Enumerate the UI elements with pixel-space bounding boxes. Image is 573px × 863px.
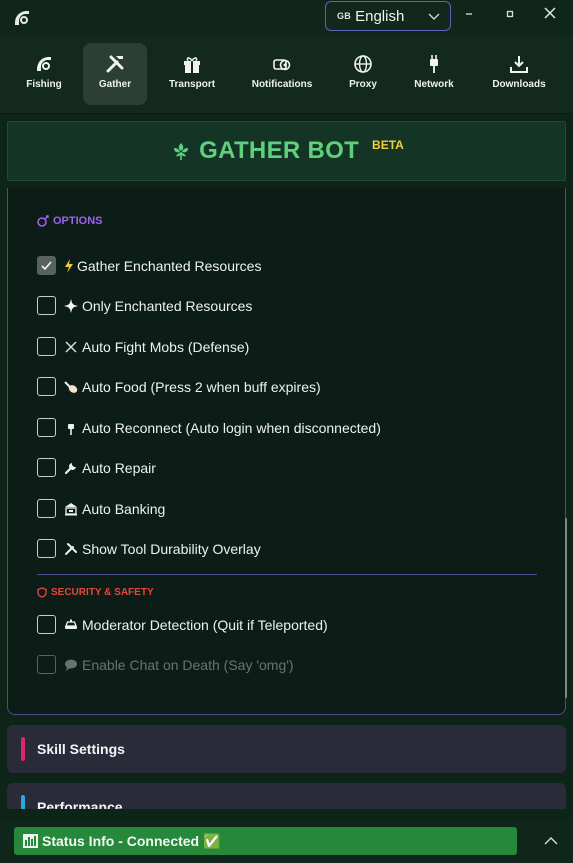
options-panel: OPTIONS Gather Enchanted Resources Only … — [7, 188, 567, 715]
options-heading-label: OPTIONS — [53, 215, 103, 227]
plug-icon — [68, 423, 74, 435]
shield-icon — [37, 587, 47, 598]
globe-icon — [354, 55, 372, 73]
app-logo-icon — [12, 8, 32, 28]
beta-badge: BETA — [372, 137, 404, 152]
tab-label: Proxy — [349, 79, 377, 90]
scrollbar[interactable] — [565, 518, 567, 698]
tab-label: Notifications — [251, 79, 313, 90]
chevron-up-icon[interactable] — [543, 833, 559, 849]
security-heading: SECURITY & SAFETY — [37, 587, 154, 598]
section-label: Skill Settings — [37, 741, 125, 757]
tab-label: Downloads — [492, 79, 546, 90]
checkbox-checked[interactable] — [37, 256, 56, 275]
option-gather-enchanted[interactable]: Gather Enchanted Resources — [37, 256, 261, 275]
option-auto-banking[interactable]: Auto Banking — [37, 499, 165, 518]
speech-bubble-icon — [65, 659, 77, 671]
section-skill-settings[interactable]: Skill Settings — [7, 725, 566, 773]
tab-label: Gather — [98, 79, 132, 90]
maximize-button[interactable] — [500, 4, 520, 24]
tab-gather[interactable]: Gather — [83, 43, 147, 105]
download-icon — [510, 56, 528, 73]
flag-icon: GB — [337, 11, 352, 21]
option-label: Auto Food (Press 2 when buff expires) — [82, 378, 321, 395]
accent-bar — [21, 795, 25, 809]
gift-icon — [184, 57, 200, 73]
option-only-enchanted[interactable]: Only Enchanted Resources — [37, 296, 252, 315]
chevron-down-icon — [428, 13, 440, 20]
page-header: GATHER BOT BETA — [7, 121, 566, 181]
sparkle-icon — [64, 298, 78, 313]
title-bar: GB English — [0, 0, 573, 36]
bar-chart-icon — [23, 834, 38, 848]
tools-icon — [65, 542, 77, 555]
tab-label: Transport — [168, 79, 216, 90]
checkbox[interactable] — [37, 296, 56, 315]
checkbox[interactable] — [37, 337, 56, 356]
option-label: Auto Fight Mobs (Defense) — [82, 338, 250, 355]
status-text: Status Info - Connected ✅ — [42, 832, 221, 849]
option-label: Auto Reconnect (Auto login when disconne… — [82, 419, 381, 436]
app-window: GB English Fishing Gather Transport Noti… — [0, 0, 573, 863]
checkbox[interactable] — [37, 499, 56, 518]
gamepad-icon — [37, 215, 49, 227]
section-performance[interactable]: Performance — [7, 783, 566, 809]
minimize-button[interactable] — [459, 4, 479, 24]
bank-icon — [65, 502, 77, 515]
tab-network[interactable]: Network — [402, 43, 466, 105]
option-label: Only Enchanted Resources — [82, 297, 253, 314]
tab-downloads[interactable]: Downloads — [487, 43, 551, 105]
language-select[interactable]: GB English — [325, 1, 451, 31]
plug-icon — [430, 55, 438, 73]
drumstick-icon — [64, 380, 78, 393]
option-label: Auto Repair — [82, 459, 156, 476]
security-heading-label: SECURITY & SAFETY — [51, 587, 154, 598]
police-car-icon — [65, 619, 77, 629]
option-auto-food[interactable]: Auto Food (Press 2 when buff expires) — [37, 377, 321, 396]
status-bar: Status Info - Connected ✅ — [0, 820, 573, 863]
tab-notifications[interactable]: Notifications — [250, 43, 314, 105]
option-moderator-detection[interactable]: Moderator Detection (Quit if Teleported) — [37, 615, 328, 634]
leaf-icon — [174, 143, 189, 160]
tab-label: Network — [414, 79, 454, 90]
option-label: Gather Enchanted Resources — [77, 257, 262, 274]
option-auto-repair[interactable]: Auto Repair — [37, 458, 156, 477]
option-tool-durability[interactable]: Show Tool Durability Overlay — [37, 539, 261, 558]
option-auto-reconnect[interactable]: Auto Reconnect (Auto login when disconne… — [37, 418, 381, 437]
checkbox[interactable] — [37, 539, 56, 558]
status-info-button[interactable]: Status Info - Connected ✅ — [14, 827, 517, 855]
checkbox[interactable] — [37, 458, 56, 477]
section-divider — [37, 574, 537, 575]
checkbox[interactable] — [37, 655, 56, 674]
tab-fishing[interactable]: Fishing — [12, 43, 76, 105]
tools-icon — [106, 55, 124, 73]
tab-transport[interactable]: Transport — [160, 43, 224, 105]
wrench-icon — [64, 462, 76, 474]
close-button[interactable] — [540, 3, 560, 23]
option-label: Show Tool Durability Overlay — [82, 540, 261, 557]
page-title: GATHER BOT — [199, 137, 360, 164]
option-label: Moderator Detection (Quit if Teleported) — [82, 616, 328, 633]
option-chat-on-death[interactable]: Enable Chat on Death (Say 'omg') — [37, 655, 294, 674]
language-name: English — [355, 7, 405, 25]
accent-bar — [21, 737, 25, 761]
tab-bar: Fishing Gather Transport Notifications P… — [0, 36, 573, 114]
option-auto-fight[interactable]: Auto Fight Mobs (Defense) — [37, 337, 249, 356]
tab-proxy[interactable]: Proxy — [331, 43, 395, 105]
option-label: Enable Chat on Death (Say 'omg') — [82, 656, 294, 673]
tab-label: Fishing — [26, 79, 62, 90]
fishing-icon — [37, 57, 51, 71]
bell-icon — [273, 59, 291, 71]
crossed-swords-icon — [65, 340, 77, 353]
checkbox[interactable] — [37, 418, 56, 437]
checkbox[interactable] — [37, 377, 56, 396]
options-heading: OPTIONS — [37, 215, 103, 227]
checkbox[interactable] — [37, 615, 56, 634]
section-label: Performance — [37, 799, 123, 809]
option-label: Auto Banking — [82, 500, 166, 517]
lightning-icon — [65, 258, 73, 273]
